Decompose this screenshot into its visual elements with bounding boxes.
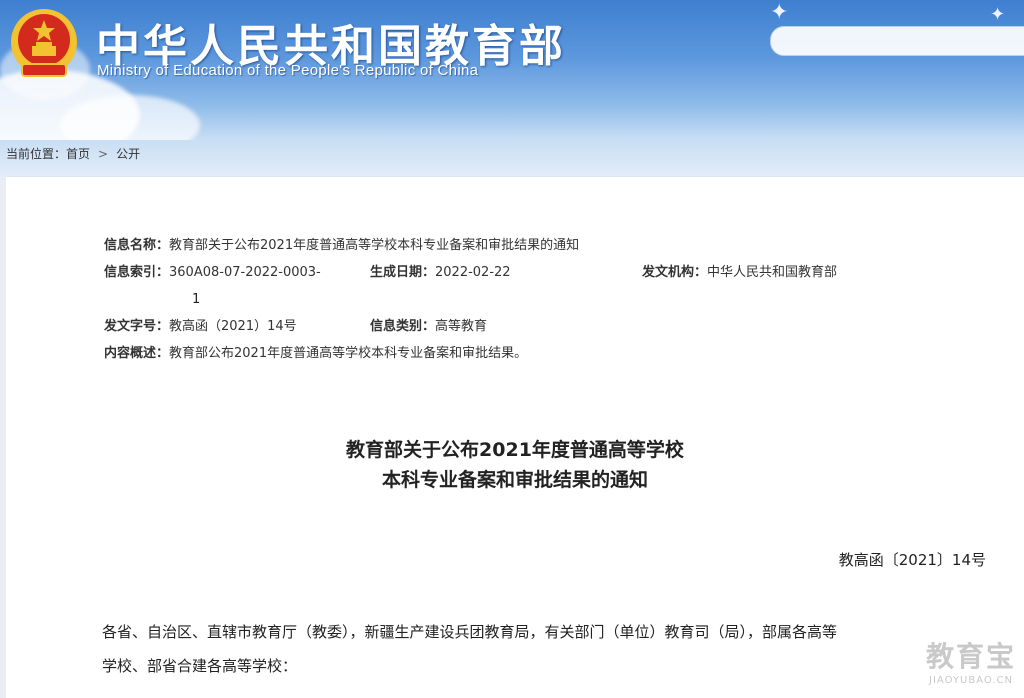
meta-issuer-label: 发文机构： — [642, 265, 708, 280]
meta-date-value: 2022-02-22 — [435, 265, 511, 280]
meta-summary-label: 内容概述： — [104, 346, 170, 361]
meta-row-name: 信息名称：教育部关于公布2021年度普通高等学校本科专业备案和审批结果的通知 — [104, 237, 579, 255]
meta-issuer-value: 中华人民共和国教育部 — [707, 265, 838, 280]
meta-row-docno: 发文字号：教高函（2021）14号 — [104, 318, 297, 336]
document-body-line2: 学校、部省合建各高等学校： — [102, 657, 298, 675]
site-header: 中华人民共和国教育部 Ministry of Education of the … — [0, 0, 1024, 140]
meta-summary-value: 教育部公布2021年度普通高等学校本科专业备案和审批结果。 — [169, 346, 528, 361]
meta-row-issuer: 发文机构：中华人民共和国教育部 — [642, 264, 837, 282]
meta-row-summary: 内容概述：教育部公布2021年度普通高等学校本科专业备案和审批结果。 — [104, 345, 527, 363]
breadcrumb-separator: > — [98, 147, 109, 161]
document-number: 教高函〔2021〕14号 — [838, 551, 986, 569]
meta-name-value: 教育部关于公布2021年度普通高等学校本科专业备案和审批结果的通知 — [169, 238, 580, 253]
watermark-logo: 教育宝 JIAOYUBAO.CN — [926, 635, 1016, 686]
watermark-url: JIAOYUBAO.CN — [929, 675, 1013, 686]
breadcrumb-home-link[interactable]: 首页 — [66, 140, 90, 168]
sparkle-icon: ✦ — [770, 0, 789, 25]
breadcrumb-label: 当前位置： — [6, 147, 67, 161]
sparkle-icon: ✦ — [990, 4, 1006, 25]
meta-index-value-continued: 1 — [192, 292, 201, 307]
document-body-line1: 各省、自治区、直辖市教育厅（教委），新疆生产建设兵团教育局，有关部门（单位）教育… — [102, 623, 838, 641]
meta-row-date: 生成日期：2022-02-22 — [370, 264, 511, 282]
meta-index-label: 信息索引： — [104, 265, 170, 280]
meta-date-label: 生成日期： — [370, 265, 436, 280]
search-input[interactable] — [770, 26, 1024, 56]
article-panel: 信息名称：教育部关于公布2021年度普通高等学校本科专业备案和审批结果的通知 信… — [6, 176, 1024, 698]
national-emblem-icon[interactable] — [8, 6, 80, 82]
meta-category-label: 信息类别： — [370, 319, 436, 334]
breadcrumb: 当前位置：首页 > 公开 — [0, 140, 1024, 176]
breadcrumb-current-link[interactable]: 公开 — [116, 140, 140, 168]
document-title-line1: 教育部关于公布2021年度普通高等学校 — [346, 439, 684, 461]
document-title-line2: 本科专业备案和审批结果的通知 — [381, 469, 648, 491]
meta-index-value: 360A08-07-2022-0003- — [169, 265, 321, 280]
meta-row-category: 信息类别：高等教育 — [370, 318, 487, 336]
meta-docno-label: 发文字号： — [104, 319, 170, 334]
meta-category-value: 高等教育 — [435, 319, 488, 334]
site-subtitle: Ministry of Education of the People's Re… — [97, 62, 479, 79]
meta-docno-value: 教高函（2021）14号 — [169, 319, 297, 334]
meta-row-index: 信息索引：360A08-07-2022-0003- — [104, 264, 321, 282]
meta-name-label: 信息名称： — [104, 238, 170, 253]
watermark-text: 教育宝 — [925, 640, 1016, 673]
